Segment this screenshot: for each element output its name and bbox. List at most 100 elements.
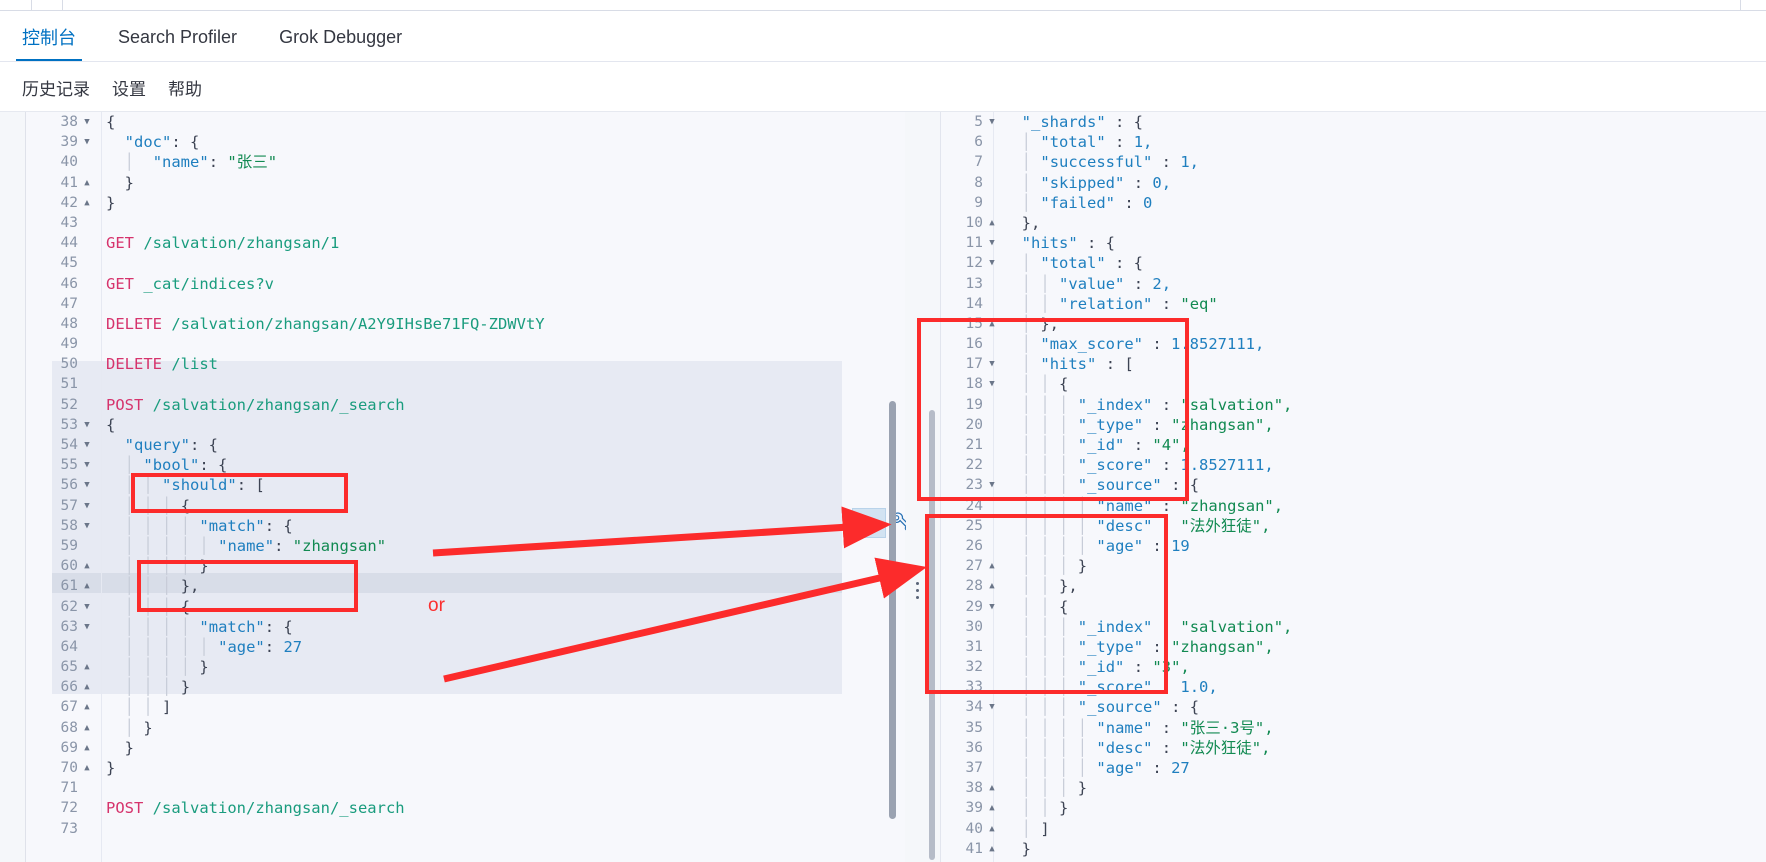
code-line[interactable]: 70 ▲}	[26, 758, 905, 778]
code-line[interactable]: 25 │ │ │ │ "desc" : "法外狂徒",	[941, 516, 1766, 536]
code-line[interactable]: 17 ▼ │ "hits" : [	[941, 354, 1766, 374]
code-line[interactable]: 27 ▲ │ │ │ }	[941, 556, 1766, 576]
code-line[interactable]: 41 ▲ }	[941, 839, 1766, 859]
code-line[interactable]: 60 ▲ │ │ │ │ }	[26, 556, 905, 576]
tab-search-profiler[interactable]: Search Profiler	[118, 12, 237, 62]
code-line[interactable]: 51	[26, 374, 905, 394]
request-code[interactable]: 38 ▼{39 ▼ "doc": {40 │ "name": "张三" 41 ▲ } 42…	[26, 112, 905, 839]
code-line[interactable]: 39 ▲ │ │ }	[941, 798, 1766, 818]
code-line[interactable]: 31 │ │ │ "_type" : "zhangsan",	[941, 637, 1766, 657]
code-line[interactable]: 39 ▼ "doc": {	[26, 132, 905, 152]
fold-up-icon[interactable]: ▲	[82, 173, 92, 193]
code-line[interactable]: 5 ▼ "_shards" : {	[941, 112, 1766, 132]
code-line[interactable]: 12 ▼ │ "total" : {	[941, 253, 1766, 273]
response-pane[interactable]: 5 ▼ "_shards" : {6 │ "total" : 1, 7 │ "suc…	[940, 112, 1766, 862]
code-line[interactable]: 13 │ │ "value" : 2,	[941, 274, 1766, 294]
fold-up-icon[interactable]: ▲	[987, 819, 997, 839]
code-line[interactable]: 48 DELETE /salvation/zhangsan/A2Y9IHsBe71…	[26, 314, 905, 334]
code-line[interactable]: 35 │ │ │ │ "name" : "张三·3号",	[941, 718, 1766, 738]
fold-up-icon[interactable]: ▲	[82, 718, 92, 738]
code-line[interactable]: 20 │ │ │ "_type" : "zhangsan",	[941, 415, 1766, 435]
fold-down-icon[interactable]: ▼	[987, 374, 997, 394]
fold-up-icon[interactable]: ▲	[82, 576, 92, 596]
fold-down-icon[interactable]: ▼	[82, 475, 92, 495]
fold-up-icon[interactable]: ▲	[987, 314, 997, 334]
code-line[interactable]: 61 ▲ │ │ │ },	[26, 576, 905, 596]
fold-up-icon[interactable]: ▲	[987, 798, 997, 818]
code-line[interactable]: 44 GET /salvation/zhangsan/1	[26, 233, 905, 253]
code-line[interactable]: 45	[26, 253, 905, 273]
code-line[interactable]: 22 │ │ │ "_score" : 1.8527111,	[941, 455, 1766, 475]
fold-up-icon[interactable]: ▲	[82, 657, 92, 677]
code-line[interactable]: 69 ▲ }	[26, 738, 905, 758]
code-line[interactable]: 23 ▼ │ │ │ "_source" : {	[941, 475, 1766, 495]
fold-down-icon[interactable]: ▼	[82, 496, 92, 516]
code-line[interactable]: 37 │ │ │ │ "age" : 27	[941, 758, 1766, 778]
response-scrollbar-thumb[interactable]	[929, 410, 935, 860]
code-line[interactable]: 16 │ "max_score" : 1.8527111,	[941, 334, 1766, 354]
code-line[interactable]: 47	[26, 294, 905, 314]
code-line[interactable]: 54 ▼ "query": {	[26, 435, 905, 455]
code-line[interactable]: 29 ▼ │ │ {	[941, 597, 1766, 617]
code-line[interactable]: 71	[26, 778, 905, 798]
fold-down-icon[interactable]: ▼	[987, 354, 997, 374]
fold-up-icon[interactable]: ▲	[82, 556, 92, 576]
fold-up-icon[interactable]: ▲	[987, 556, 997, 576]
fold-up-icon[interactable]: ▲	[82, 697, 92, 717]
code-line[interactable]: 42 ▲}	[26, 193, 905, 213]
fold-down-icon[interactable]: ▼	[82, 415, 92, 435]
tab-grok-debugger[interactable]: Grok Debugger	[279, 12, 402, 62]
code-line[interactable]: 24 │ │ │ │ "name" : "zhangsan",	[941, 496, 1766, 516]
request-actions[interactable]	[852, 508, 914, 540]
code-line[interactable]: 11 ▼ "hits" : {	[941, 233, 1766, 253]
code-line[interactable]: 40 ▲ │ ]	[941, 819, 1766, 839]
fold-up-icon[interactable]: ▲	[987, 213, 997, 233]
code-line[interactable]: 9 │ "failed" : 0	[941, 193, 1766, 213]
fold-down-icon[interactable]: ▼	[82, 597, 92, 617]
code-line[interactable]: 36 │ │ │ │ "desc" : "法外狂徒",	[941, 738, 1766, 758]
fold-down-icon[interactable]: ▼	[987, 475, 997, 495]
code-line[interactable]: 34 ▼ │ │ │ "_source" : {	[941, 697, 1766, 717]
fold-up-icon[interactable]: ▲	[987, 839, 997, 859]
subnav-settings[interactable]: 设置	[112, 75, 146, 100]
fold-up-icon[interactable]: ▲	[82, 738, 92, 758]
code-line[interactable]: 72 POST /salvation/zhangsan/_search	[26, 798, 905, 818]
code-line[interactable]: 33 │ │ │ "_score" : 1.0,	[941, 677, 1766, 697]
code-line[interactable]: 64 │ │ │ │ │ "age": 27	[26, 637, 905, 657]
fold-up-icon[interactable]: ▲	[82, 193, 92, 213]
code-line[interactable]: 46 GET _cat/indices?v	[26, 274, 905, 294]
code-line[interactable]: 28 ▲ │ │ },	[941, 576, 1766, 596]
fold-up-icon[interactable]: ▲	[987, 778, 997, 798]
fold-down-icon[interactable]: ▼	[987, 112, 997, 132]
code-line[interactable]: 18 ▼ │ │ {	[941, 374, 1766, 394]
code-line[interactable]: 38 ▲ │ │ │ }	[941, 778, 1766, 798]
code-line[interactable]: 43	[26, 213, 905, 233]
fold-up-icon[interactable]: ▲	[82, 758, 92, 778]
code-line[interactable]: 58 ▼ │ │ │ │ "match": {	[26, 516, 905, 536]
code-line[interactable]: 26 │ │ │ │ "age" : 19	[941, 536, 1766, 556]
code-line[interactable]: 53 ▼ {	[26, 415, 905, 435]
code-line[interactable]: 62 ▼ │ │ │ {	[26, 597, 905, 617]
fold-down-icon[interactable]: ▼	[987, 697, 997, 717]
code-line[interactable]: 49	[26, 334, 905, 354]
code-line[interactable]: 68 ▲ │ }	[26, 718, 905, 738]
code-line[interactable]: 41 ▲ }	[26, 173, 905, 193]
fold-down-icon[interactable]: ▼	[987, 597, 997, 617]
resize-handle-icon[interactable]	[916, 582, 920, 602]
code-line[interactable]: 73	[26, 819, 905, 839]
fold-down-icon[interactable]: ▼	[82, 617, 92, 637]
code-line[interactable]: 59 │ │ │ │ │ "name": "zhangsan"	[26, 536, 905, 556]
fold-down-icon[interactable]: ▼	[82, 132, 92, 152]
subnav-history[interactable]: 历史记录	[22, 75, 90, 100]
code-line[interactable]: 30 │ │ │ "_index" : "salvation",	[941, 617, 1766, 637]
play-icon[interactable]	[852, 508, 886, 538]
fold-down-icon[interactable]: ▼	[82, 455, 92, 475]
fold-up-icon[interactable]: ▲	[82, 677, 92, 697]
tab-console[interactable]: 控制台	[16, 12, 82, 62]
code-line[interactable]: 38 ▼ {	[26, 112, 905, 132]
fold-down-icon[interactable]: ▼	[82, 516, 92, 536]
editor-scrollbar-thumb[interactable]	[889, 401, 896, 819]
code-line[interactable]: 65 ▲ │ │ │ │ }	[26, 657, 905, 677]
code-line[interactable]: 10 ▲ },	[941, 213, 1766, 233]
code-line[interactable]: 6 │ "total" : 1,	[941, 132, 1766, 152]
